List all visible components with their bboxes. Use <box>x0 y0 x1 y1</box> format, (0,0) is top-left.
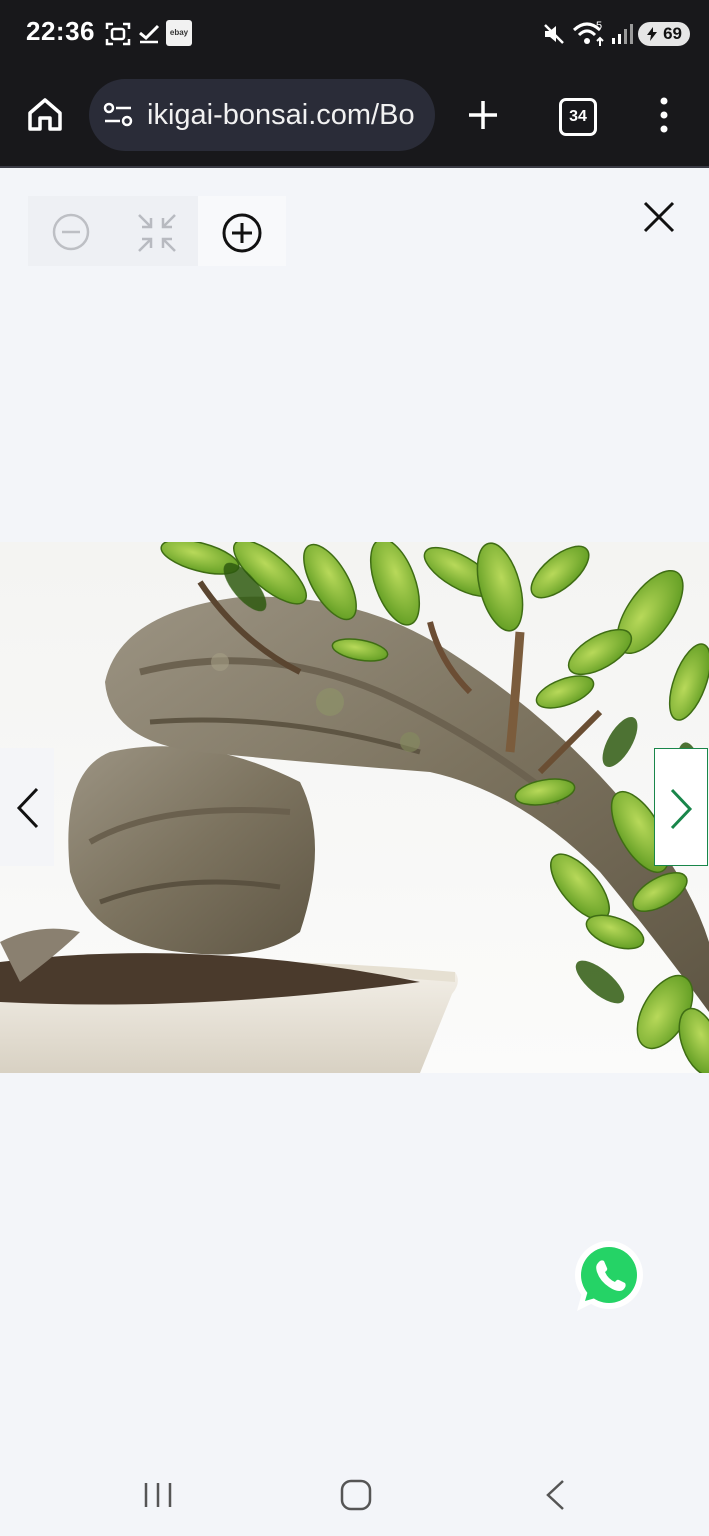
signal-icon <box>612 24 633 44</box>
battery-indicator: 69 <box>638 22 690 46</box>
wifi-icon: 5 <box>572 20 604 46</box>
next-image-button[interactable] <box>654 748 708 866</box>
chevron-right-icon <box>670 788 693 830</box>
site-settings-icon[interactable] <box>103 101 133 129</box>
charging-icon <box>647 27 657 41</box>
zoom-controls <box>28 196 286 266</box>
recent-apps-icon[interactable] <box>143 1481 173 1509</box>
ebay-icon: ebay <box>166 20 192 46</box>
bonsai-photo <box>0 542 709 1073</box>
status-time: 22:36 <box>26 16 95 46</box>
battery-level: 69 <box>663 24 682 43</box>
home-nav-icon[interactable] <box>340 1479 372 1511</box>
home-icon[interactable] <box>26 96 64 134</box>
more-menu-icon[interactable] <box>656 96 672 134</box>
new-tab-icon[interactable] <box>466 98 500 132</box>
url-text[interactable]: ikigai-bonsai.com/Bo <box>147 99 415 132</box>
zoom-out-icon[interactable] <box>51 212 91 252</box>
browser-toolbar: ikigai-bonsai.com/Bo 34 <box>0 68 709 168</box>
product-image[interactable] <box>0 542 709 1073</box>
back-nav-icon[interactable] <box>543 1479 567 1511</box>
previous-image-button[interactable] <box>0 748 54 866</box>
system-nav-bar <box>0 1436 709 1536</box>
chevron-left-icon <box>16 787 39 829</box>
screenshot-icon <box>105 22 131 46</box>
whatsapp-icon[interactable] <box>571 1239 647 1315</box>
address-bar[interactable]: ikigai-bonsai.com/Bo <box>89 79 435 151</box>
status-bar: 22:36 ebay 5 69 <box>0 0 709 68</box>
collapse-icon[interactable] <box>135 211 179 255</box>
zoom-in-icon[interactable] <box>221 212 263 254</box>
check-icon <box>139 24 160 44</box>
close-icon[interactable] <box>642 200 676 234</box>
wifi-band: 5 <box>596 20 602 32</box>
mute-icon <box>544 24 564 44</box>
tab-switcher-button[interactable]: 34 <box>559 98 597 136</box>
